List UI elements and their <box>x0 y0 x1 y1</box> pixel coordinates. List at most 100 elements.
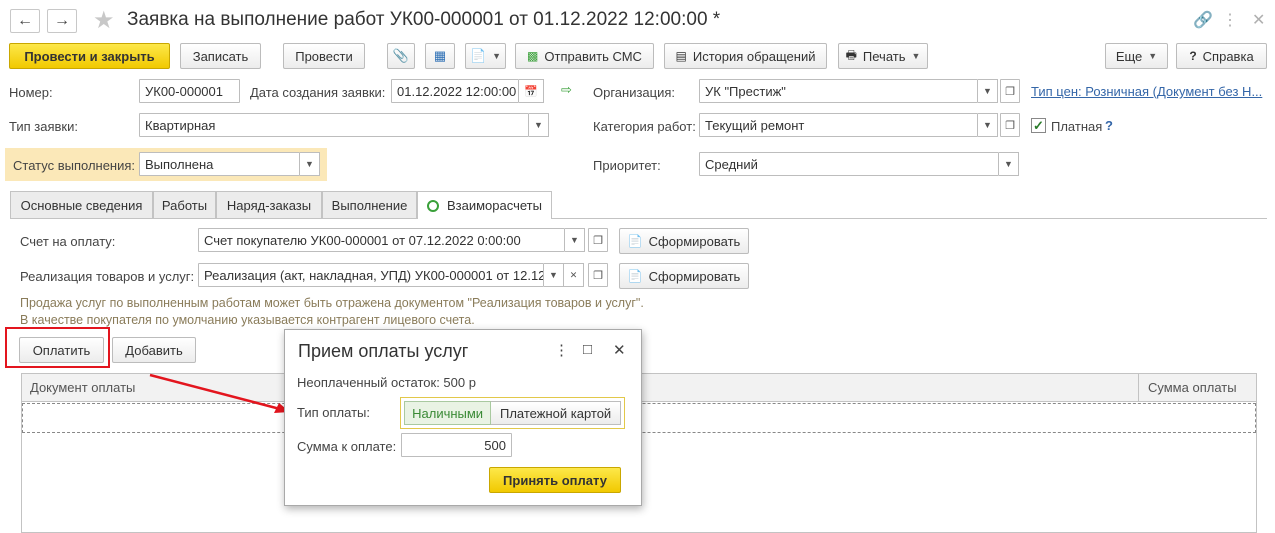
calendar-icon: 📅 <box>524 85 538 98</box>
document-generate-icon: 📄 <box>627 269 643 283</box>
back-button[interactable]: ← <box>10 9 40 33</box>
favorite-star-icon[interactable]: ★ <box>93 6 115 35</box>
post-button[interactable]: Провести <box>283 43 365 69</box>
sale-label: Реализация товаров и услуг: <box>20 269 195 284</box>
tab-execution[interactable]: Выполнение <box>322 191 417 218</box>
dialog-close-icon[interactable]: ✕ <box>613 341 626 359</box>
priority-label: Приоритет: <box>593 158 661 173</box>
paid-help-icon[interactable]: ? <box>1105 118 1113 133</box>
pay-card-option[interactable]: Платежной картой <box>491 401 621 425</box>
accept-payment-button[interactable]: Принять оплату <box>489 467 621 493</box>
tab-works[interactable]: Работы <box>153 191 216 218</box>
paid-label: Платная <box>1051 119 1103 134</box>
created-date-field[interactable]: 01.12.2022 12:00:00 <box>391 79 519 103</box>
chevron-down-icon: ▼ <box>570 235 579 245</box>
priority-field[interactable]: Средний <box>699 152 999 176</box>
number-field[interactable]: УК00-000001 <box>139 79 240 103</box>
print-button[interactable]: 🖶 Печать ▼ <box>838 43 928 69</box>
dialog-maximize-icon[interactable]: □ <box>583 341 592 358</box>
help-button[interactable]: ? Справка <box>1176 43 1267 69</box>
price-type-link[interactable]: Тип цен: Розничная (Документ без Н... <box>1031 84 1262 99</box>
status-field[interactable]: Выполнена <box>139 152 300 176</box>
close-icon[interactable]: ✕ <box>1252 10 1265 30</box>
open-window-icon: ❐ <box>593 269 603 282</box>
printer-icon: 🖶 <box>845 47 857 62</box>
document-generate-icon: 📄 <box>627 234 643 248</box>
more-vertical-icon[interactable]: ⋮ <box>1222 10 1238 30</box>
tab-settlements[interactable]: Взаиморасчеты <box>417 191 552 219</box>
chevron-down-icon: ▼ <box>549 270 558 280</box>
arrow-left-icon: ← <box>17 12 33 29</box>
history-button[interactable]: ▤ История обращений <box>664 43 827 69</box>
paperclip-icon: 📎 <box>392 48 410 63</box>
help-label: Справка <box>1202 48 1254 64</box>
tab-main-info[interactable]: Основные сведения <box>10 191 153 218</box>
open-window-icon: ❐ <box>1005 119 1015 132</box>
write-button[interactable]: Записать <box>180 43 261 69</box>
payment-dialog: Прием оплаты услуг ⋮ □ ✕ Неоплаченный ос… <box>284 329 642 506</box>
pay-cash-option[interactable]: Наличными <box>404 401 492 425</box>
forward-button[interactable]: → <box>47 9 77 33</box>
generate-invoice-button[interactable]: 📄 Сформировать <box>619 228 749 254</box>
organization-label: Организация: <box>593 85 676 100</box>
request-type-dropdown[interactable]: ▼ <box>529 113 549 137</box>
invoice-open-button[interactable]: ❐ <box>588 228 608 252</box>
clear-icon: ✕ <box>569 269 578 280</box>
attach-button[interactable]: 📎 <box>387 43 415 69</box>
sale-field[interactable]: Реализация (акт, накладная, УПД) УК00-00… <box>198 263 544 287</box>
calendar-button[interactable]: 📅 <box>519 79 544 103</box>
tab-underline <box>10 218 1267 219</box>
work-category-field[interactable]: Текущий ремонт <box>699 113 978 137</box>
pay-button[interactable]: Оплатить <box>19 337 104 363</box>
doc-arrow-icon[interactable]: ⇨ <box>561 82 572 98</box>
generate-sale-button[interactable]: 📄 Сформировать <box>619 263 749 289</box>
work-category-dropdown[interactable]: ▼ <box>978 113 998 137</box>
work-category-label: Категория работ: <box>593 119 696 134</box>
invoice-field[interactable]: Счет покупателю УК00-000001 от 07.12.202… <box>198 228 565 252</box>
dialog-more-icon[interactable]: ⋮ <box>554 341 569 359</box>
more-button[interactable]: Еще ▼ <box>1105 43 1168 69</box>
organization-dropdown[interactable]: ▼ <box>978 79 998 103</box>
request-type-label: Тип заявки: <box>9 119 78 134</box>
amount-field[interactable]: 500 <box>401 433 512 457</box>
column-divider <box>1138 374 1139 402</box>
post-and-close-button[interactable]: Провести и закрыть <box>9 43 170 69</box>
organization-open-button[interactable]: ❐ <box>1000 79 1020 103</box>
link-icon[interactable]: 🔗 <box>1193 10 1213 30</box>
structure-button[interactable]: ▦ <box>425 43 455 69</box>
chevron-down-icon: ▼ <box>983 120 992 130</box>
organization-field[interactable]: УК "Престиж" <box>699 79 978 103</box>
note-line-2: В качестве покупателя по умолчанию указы… <box>20 313 475 327</box>
pay-type-label: Тип оплаты: <box>297 405 370 420</box>
chevron-down-icon: ▼ <box>492 51 502 61</box>
chevron-down-icon: ▼ <box>983 86 992 96</box>
pay-type-selector: Наличными Платежной картой <box>400 397 625 429</box>
tab-settlements-label: Взаиморасчеты <box>447 198 542 213</box>
dialog-title: Прием оплаты услуг <box>298 341 469 361</box>
priority-dropdown[interactable]: ▼ <box>999 152 1019 176</box>
paid-checkbox[interactable]: ✓ <box>1031 118 1046 133</box>
list-icon: ▤ <box>675 49 687 63</box>
add-button[interactable]: Добавить <box>112 337 196 363</box>
status-dropdown[interactable]: ▼ <box>300 152 320 176</box>
arrow-right-icon: → <box>54 12 70 29</box>
number-label: Номер: <box>9 85 53 100</box>
create-based-button[interactable]: 📄 ▼ <box>465 43 506 69</box>
generate-invoice-label: Сформировать <box>648 233 741 249</box>
column-document[interactable]: Документ оплаты <box>30 380 135 395</box>
sale-open-button[interactable]: ❐ <box>588 263 608 287</box>
open-window-icon: ❐ <box>593 234 603 247</box>
work-category-open-button[interactable]: ❐ <box>1000 113 1020 137</box>
status-circle-icon <box>427 199 439 212</box>
chevron-down-icon: ▼ <box>534 120 543 130</box>
request-type-field[interactable]: Квартирная <box>139 113 529 137</box>
send-sms-button[interactable]: ▩ Отправить СМС <box>515 43 654 69</box>
sale-clear-button[interactable]: ✕ <box>564 263 584 287</box>
remaining-label: Неоплаченный остаток: 500 р <box>297 375 476 390</box>
invoice-dropdown[interactable]: ▼ <box>565 228 585 252</box>
column-amount[interactable]: Сумма оплаты <box>1148 380 1237 395</box>
tab-work-orders[interactable]: Наряд-заказы <box>216 191 322 218</box>
generate-sale-label: Сформировать <box>648 268 741 284</box>
more-label: Еще <box>1115 48 1143 64</box>
sale-dropdown[interactable]: ▼ <box>544 263 564 287</box>
